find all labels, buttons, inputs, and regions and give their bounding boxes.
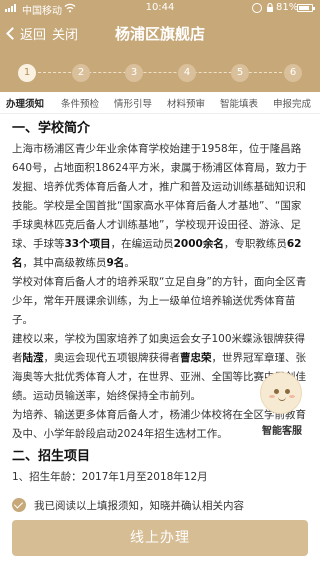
step-1: 1 — [18, 64, 36, 82]
section-title-programs: 二、招生项目 — [12, 449, 91, 464]
paragraph-intro: 上海市杨浦区青少年业余体育学校始建于1958年，位于隆昌路640号，占地面积18… — [12, 143, 307, 269]
battery-icon — [297, 4, 315, 12]
tab-guidance[interactable]: 情形引导 — [114, 96, 152, 110]
tab-precheck[interactable]: 条件预检 — [61, 96, 99, 110]
status-bar: 中国移动 10:44 81% — [0, 0, 320, 17]
tab-complete[interactable]: 申报完成 — [273, 96, 311, 110]
list-item-age: 1、招生年龄：2017年1月至2018年12月 — [12, 471, 208, 483]
tab-material-review[interactable]: 材料预审 — [167, 96, 205, 110]
tab-instructions[interactable]: 办理须知 — [6, 96, 44, 110]
progress-steps: 1 2 3 4 5 6 — [0, 60, 320, 88]
section-title-intro: 一、学校简介 — [12, 121, 91, 136]
steps-connector — [28, 72, 292, 73]
online-apply-button[interactable]: 线上办理 — [12, 520, 308, 556]
page-title: 杨浦区旗舰店 — [114, 25, 205, 43]
step-5: 5 — [231, 64, 249, 82]
alarm-icon — [252, 3, 262, 13]
assistant-label: 智能客服 — [262, 426, 302, 437]
step-6: 6 — [284, 64, 302, 82]
paragraph-policy: 学校对体育后备人才的培养采取“立足自身”的方针，面向全区青少年，常年开展课余训练… — [12, 276, 307, 326]
agreement-text: 我已阅读以上填报须知，知晓并确认相关内容 — [34, 499, 244, 512]
step-3: 3 — [125, 64, 143, 82]
nav-bar: 返回 关闭 杨浦区旗舰店 — [0, 17, 320, 49]
step-tabs: 办理须知 条件预检 情形引导 材料预审 智能填表 申报完成 — [0, 92, 320, 114]
agreement-checkbox[interactable]: 我已阅读以上填报须知，知晓并确认相关内容 — [12, 496, 312, 514]
step-4: 4 — [178, 64, 196, 82]
assistant-mascot-icon — [260, 372, 302, 414]
rotation-lock-icon — [267, 3, 273, 12]
smart-assistant-button[interactable]: 智能客服 — [252, 370, 312, 440]
tab-smart-form[interactable]: 智能填表 — [220, 96, 258, 110]
check-icon — [12, 498, 26, 512]
battery-percent: 81% — [276, 2, 299, 13]
step-2: 2 — [72, 64, 90, 82]
